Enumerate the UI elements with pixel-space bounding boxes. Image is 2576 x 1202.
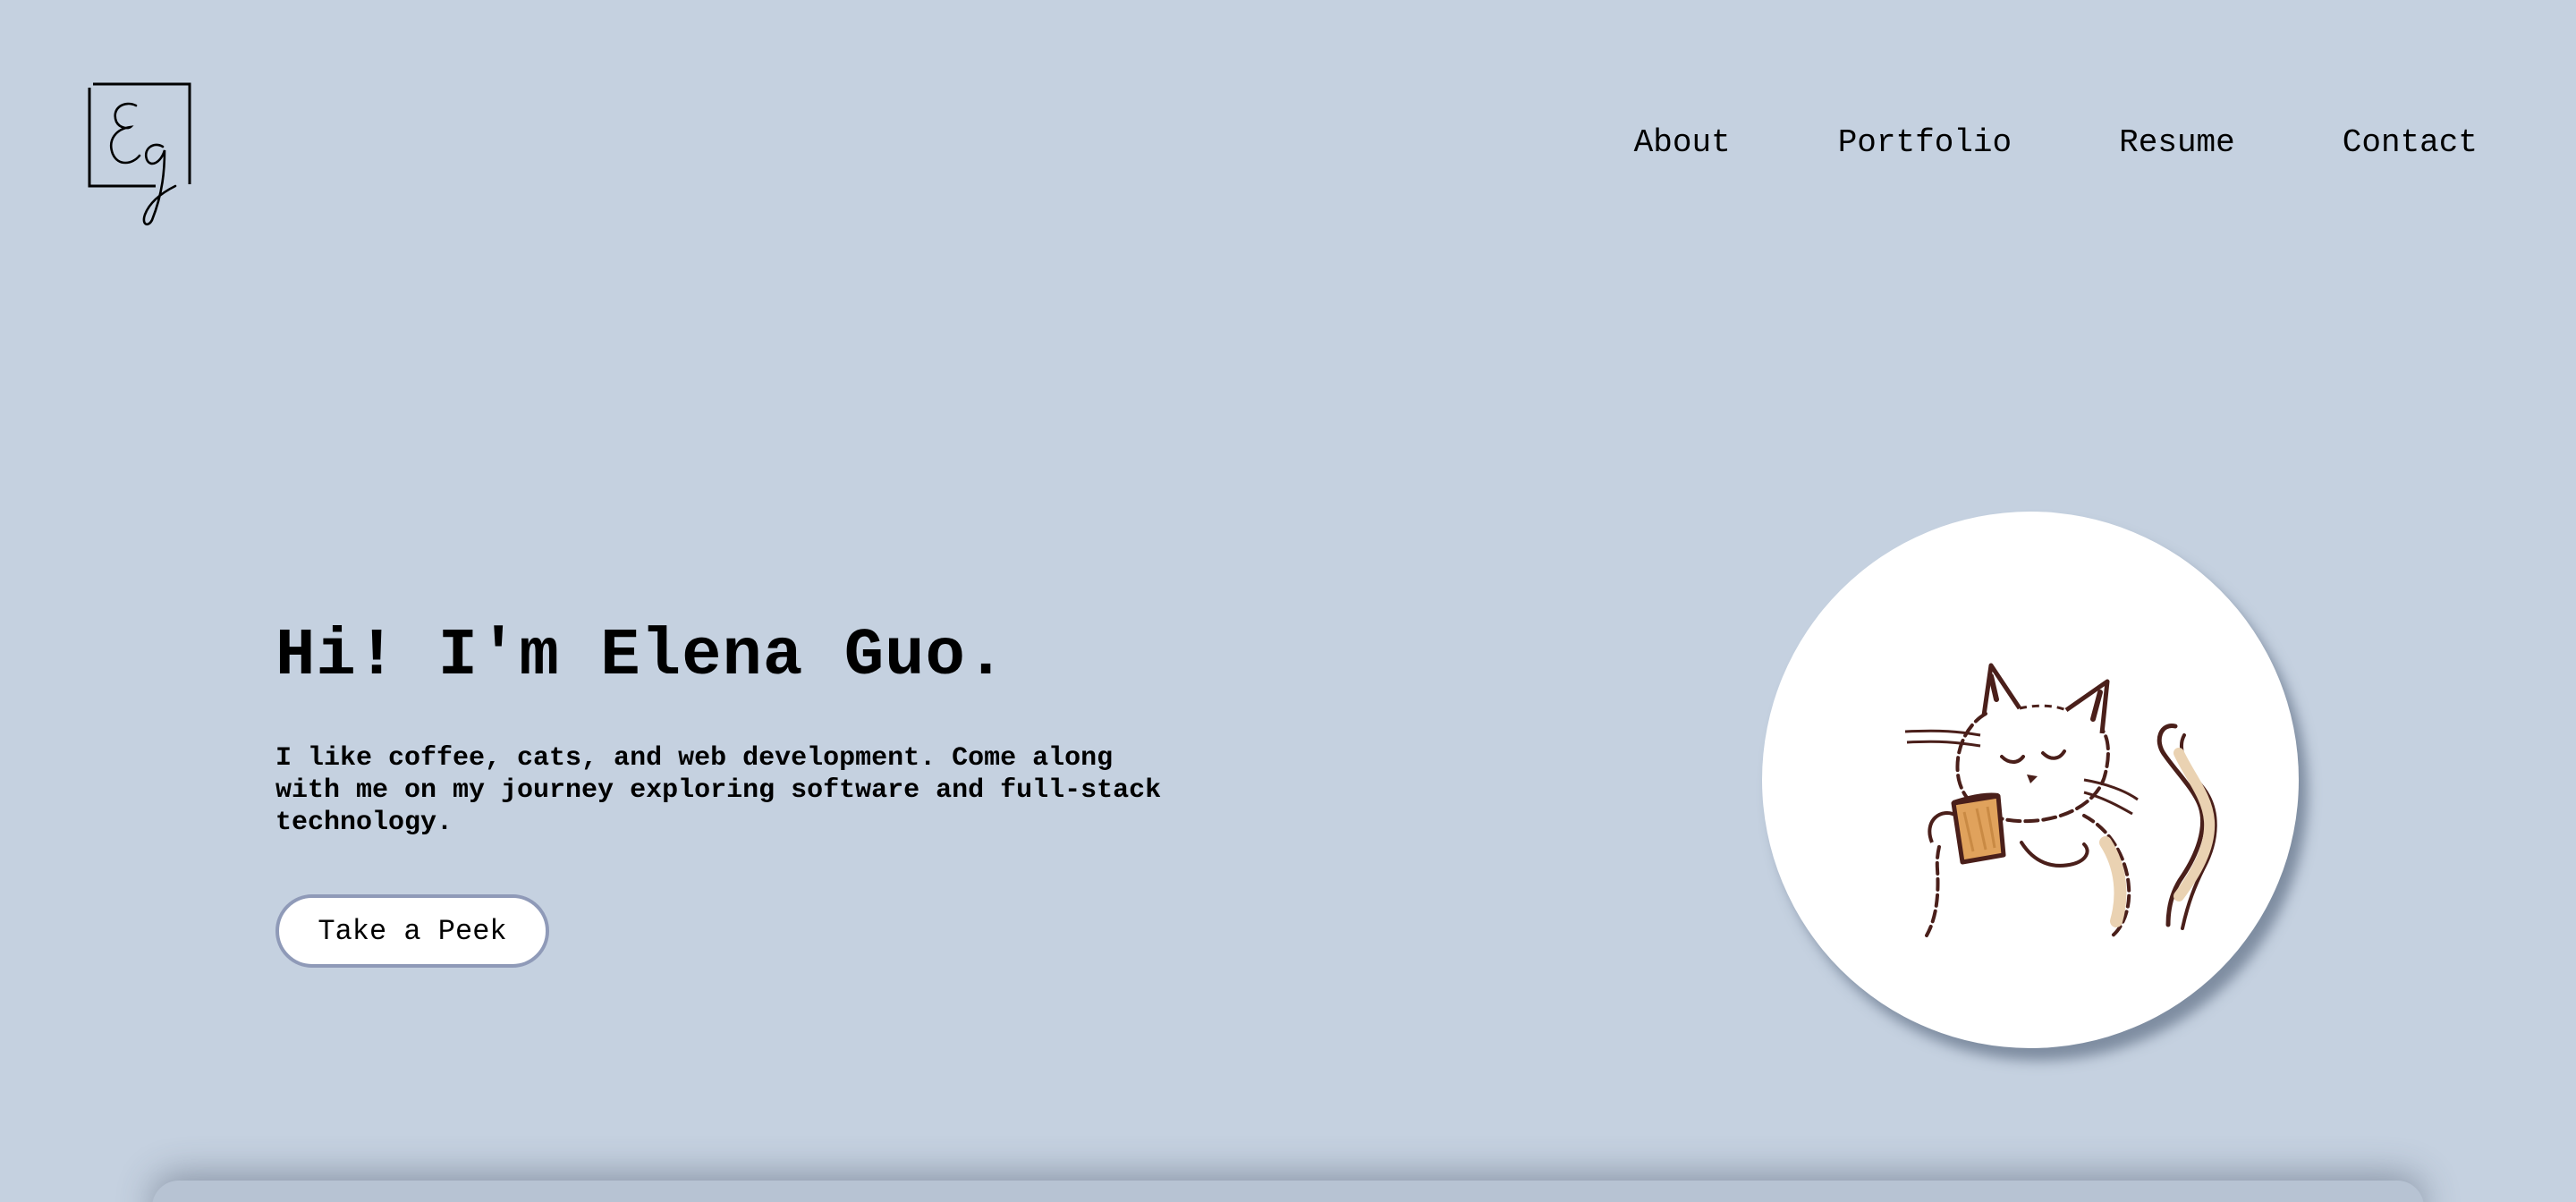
nav-resume[interactable]: Resume xyxy=(2119,122,2235,165)
next-section-edge xyxy=(152,1181,2424,1202)
take-a-peek-button[interactable]: Take a Peek xyxy=(275,894,549,968)
avatar xyxy=(1762,512,2299,1048)
page: About Portfolio Resume Contact Hi! I'm E… xyxy=(0,0,2576,1202)
nav-about[interactable]: About xyxy=(1634,122,1731,165)
cat-coffee-illustration-icon xyxy=(1904,663,2217,937)
eg-logo-icon xyxy=(88,82,191,226)
hero-description: I like coffee, cats, and web development… xyxy=(275,743,1162,838)
logo[interactable] xyxy=(86,80,193,233)
main-nav: About Portfolio Resume Contact xyxy=(1527,122,2478,165)
nav-contact[interactable]: Contact xyxy=(2343,122,2478,165)
nav-portfolio[interactable]: Portfolio xyxy=(1838,122,2012,165)
hero-section: Hi! I'm Elena Guo. I like coffee, cats, … xyxy=(275,617,1188,839)
hero-title: Hi! I'm Elena Guo. xyxy=(275,619,1007,694)
